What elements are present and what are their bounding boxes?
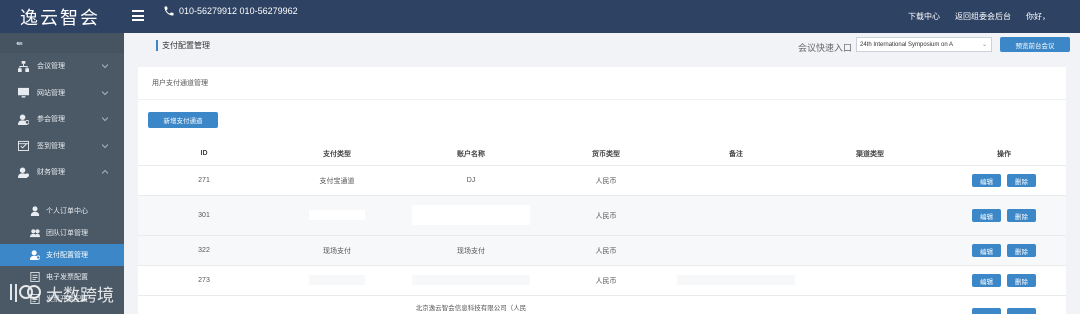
- sidebar-sub-team-orders[interactable]: 团队订单管理: [0, 222, 124, 244]
- back-to-admin-link[interactable]: 返回组委会后台: [955, 11, 1011, 22]
- delete-button[interactable]: 删除: [1007, 244, 1036, 257]
- hamburger-menu-icon[interactable]: [132, 10, 144, 21]
- breadcrumb-bar: 支付配置管理 会议快速入口 24th International Symposi…: [148, 33, 1080, 57]
- row-actions: 编辑 删除: [942, 209, 1066, 222]
- cell-account: 现场支付: [457, 247, 485, 255]
- row-actions: 编辑 删除: [942, 174, 1066, 187]
- download-center-link[interactable]: 下载中心: [908, 11, 940, 22]
- breadcrumb: 支付配置管理: [156, 40, 210, 51]
- sidebar-item-checkin[interactable]: 签到管理: [0, 133, 124, 160]
- cell-type: [270, 274, 404, 287]
- money-user-icon: [30, 249, 40, 260]
- chevron-down-icon: [102, 117, 108, 122]
- cell-currency: 人民币: [595, 277, 617, 285]
- sidebar-collapse-button[interactable]: ⇚: [0, 33, 124, 53]
- row-actions: 编辑 删除: [942, 274, 1066, 287]
- chevron-down-icon: ⌄: [981, 42, 987, 48]
- cell-type: [270, 209, 404, 222]
- edit-button[interactable]: 编辑: [972, 209, 1001, 222]
- sidebar-item-finance[interactable]: 财务管理: [0, 159, 124, 186]
- cell-account: [404, 204, 538, 227]
- watermark: 大数跨境: [8, 280, 114, 306]
- delete-button[interactable]: 删除: [1007, 174, 1036, 187]
- column-header: 账户名称: [457, 150, 485, 158]
- cell-currency: 人民币: [595, 247, 617, 255]
- redacted-block: [677, 274, 795, 285]
- top-header: 逸云智会 010-56279912 010-56279962 下载中心 返回组委…: [0, 0, 1080, 33]
- column-header: ID: [200, 150, 208, 157]
- redacted-block: [309, 274, 365, 285]
- table-row: 301 人民币 编辑 删除: [138, 196, 1066, 236]
- cell-account: 北京逸云智会信息科技有限公司（人民: [415, 305, 527, 312]
- sidebar-sub-payment-config[interactable]: 支付配置管理: [0, 243, 124, 266]
- chevron-down-icon: [102, 90, 108, 95]
- quick-entry-select[interactable]: 24th International Symposium on A ⌄: [856, 37, 992, 52]
- cell-type: 支付宝通道: [319, 177, 355, 185]
- cell-type: 现场支付: [323, 247, 351, 255]
- preview-meeting-button[interactable]: 预览前台会议: [1000, 37, 1070, 52]
- phone-numbers: 010-56279912 010-56279962: [179, 6, 298, 16]
- column-header: 支付类型: [323, 150, 351, 158]
- chevron-up-icon: [102, 169, 108, 174]
- redacted-block: [412, 274, 530, 285]
- add-payment-channel-button[interactable]: 新增支付通道: [148, 112, 218, 128]
- sidebar-item-website[interactable]: 网站管理: [0, 80, 124, 107]
- chevron-down-icon: [102, 64, 108, 69]
- table-row: 322 现场支付 现场支付 人民币 编辑 删除: [138, 236, 1066, 266]
- edit-button[interactable]: 编辑: [972, 174, 1001, 187]
- sidebar-sub-personal-orders[interactable]: 个人订单中心: [0, 200, 124, 222]
- quick-entry-label: 会议快速入口: [798, 43, 853, 53]
- app-logo[interactable]: 逸云智会: [0, 0, 124, 33]
- payment-channel-panel: 用户支付通道管理 新增支付通道 ID 支付类型 账户名称 货币类型 备注 渠道类…: [138, 67, 1066, 314]
- delete-button[interactable]: [1007, 308, 1036, 314]
- panel-title: 用户支付通道管理: [138, 67, 1066, 100]
- table-row: 271 支付宝通道 DJ 人民币 编辑 删除: [138, 166, 1066, 196]
- delete-button[interactable]: 删除: [1007, 209, 1036, 222]
- calendar-check-icon: [18, 141, 29, 152]
- watermark-logo-icon: [10, 284, 42, 302]
- sidebar: ⇚ 会议管理 网站管理 参会管理 签到管理 财务管理 个人订单中心 团队订单管理…: [0, 33, 124, 314]
- header-actions: 下载中心 返回组委会后台 你好，: [908, 0, 1080, 33]
- user-icon: [30, 205, 40, 216]
- column-header: 货币类型: [592, 150, 620, 158]
- cell-id: 322: [198, 247, 210, 254]
- cell-currency: 人民币: [595, 212, 617, 220]
- edit-button[interactable]: 编辑: [972, 244, 1001, 257]
- cell-account: [404, 274, 538, 287]
- table-row: 北京逸云智会信息科技有限公司（人民: [138, 296, 1066, 314]
- user-money-icon: [18, 167, 29, 178]
- sitemap-icon: [18, 60, 29, 72]
- redacted-block: [309, 209, 365, 220]
- cell-account: DJ: [466, 177, 476, 184]
- contact-phone: 010-56279912 010-56279962: [163, 5, 298, 17]
- row-actions: 编辑 删除: [942, 244, 1066, 257]
- redacted-block: [412, 204, 530, 225]
- sidebar-item-attendee[interactable]: 参会管理: [0, 106, 124, 133]
- cell-id: 271: [198, 177, 210, 184]
- monitor-icon: [18, 88, 29, 98]
- cell-id: 301: [198, 212, 210, 219]
- table-row: 273 人民币 编辑 删除: [138, 266, 1066, 296]
- phone-icon: [164, 6, 174, 16]
- cell-currency: 人民币: [595, 177, 617, 185]
- cell-id: 273: [198, 277, 210, 284]
- row-actions: [942, 302, 1066, 314]
- table-header-row: ID 支付类型 账户名称 货币类型 备注 渠道类型 操作: [138, 142, 1066, 166]
- delete-button[interactable]: 删除: [1007, 274, 1036, 287]
- column-header: 操作: [997, 150, 1011, 158]
- sidebar-item-meeting[interactable]: 会议管理: [0, 53, 124, 80]
- chevron-down-icon: [102, 143, 108, 148]
- user-greeting[interactable]: 你好，: [1026, 11, 1050, 22]
- users-icon: [30, 228, 40, 237]
- column-header: 备注: [729, 150, 743, 158]
- user-gear-icon: [18, 114, 29, 125]
- edit-button[interactable]: [972, 308, 1001, 314]
- column-header: 渠道类型: [856, 150, 884, 158]
- edit-button[interactable]: 编辑: [972, 274, 1001, 287]
- payment-channel-table: ID 支付类型 账户名称 货币类型 备注 渠道类型 操作 271 支付宝通道 D…: [138, 142, 1066, 314]
- cell-note: [674, 274, 798, 287]
